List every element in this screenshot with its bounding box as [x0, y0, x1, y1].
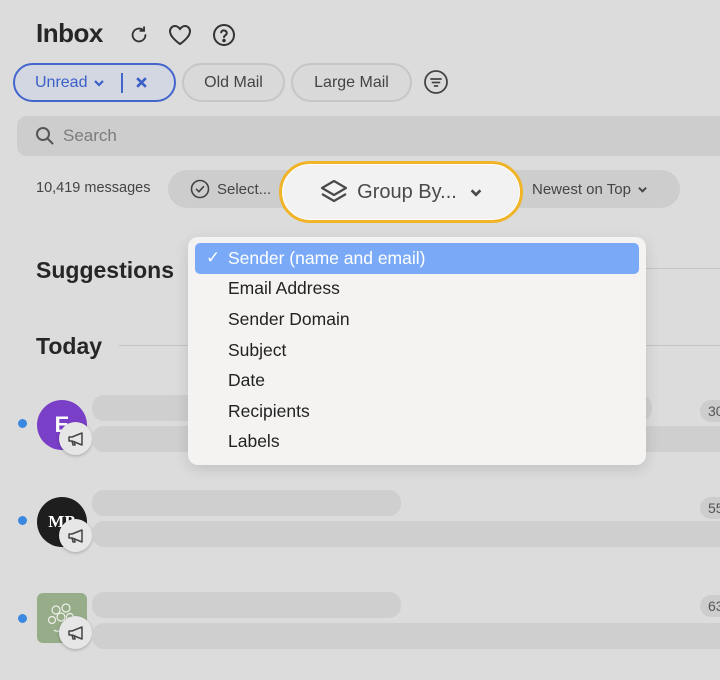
message-count: 10,419 messages	[36, 180, 151, 196]
group-by-button[interactable]: Group By...	[279, 161, 523, 223]
filter-icon	[424, 70, 448, 94]
unread-dot	[18, 614, 27, 623]
section-today: Today	[36, 333, 103, 359]
menu-item-labels[interactable]: Labels	[195, 427, 639, 458]
help-icon	[213, 24, 235, 46]
chevron-down-icon	[470, 188, 482, 197]
megaphone-icon	[67, 431, 83, 446]
section-suggestions: Suggestions	[36, 257, 175, 283]
menu-item-label: Subject	[228, 339, 287, 360]
close-icon[interactable]	[135, 76, 148, 89]
message-count-badge: 55	[700, 497, 720, 519]
unread-dot	[18, 516, 27, 525]
refresh-icon	[131, 26, 147, 43]
chevron-down-icon	[94, 79, 105, 87]
subject-placeholder	[92, 521, 720, 547]
message-row[interactable]: MB 55	[0, 490, 720, 560]
sender-placeholder	[92, 592, 401, 618]
menu-item-email-address[interactable]: Email Address	[195, 274, 639, 305]
check-circle-icon	[190, 179, 210, 199]
filter-button[interactable]	[423, 69, 449, 95]
help-button[interactable]	[211, 22, 237, 48]
filter-chip-label: Old Mail	[204, 73, 263, 91]
message-row[interactable]: 63	[0, 590, 720, 660]
filter-chip-unread[interactable]: Unread	[13, 63, 176, 102]
menu-item-recipients[interactable]: Recipients	[195, 396, 639, 427]
select-label: Select...	[217, 180, 272, 198]
menu-item-sender[interactable]: ✓ Sender (name and email)	[195, 243, 639, 274]
subject-placeholder	[92, 623, 720, 649]
menu-item-label: Email Address	[228, 278, 340, 299]
heart-icon	[168, 24, 192, 46]
search-icon	[36, 127, 54, 145]
message-count-badge: 63	[700, 595, 720, 617]
menu-item-label: Date	[228, 370, 265, 391]
menu-item-label: Recipients	[228, 400, 310, 421]
divider	[645, 268, 720, 269]
message-count-badge: 30	[700, 400, 720, 422]
chevron-down-icon	[638, 186, 647, 193]
search-bar[interactable]	[17, 116, 720, 156]
group-by-label: Group By...	[357, 180, 457, 203]
search-input[interactable]	[63, 126, 363, 146]
checkmark-icon: ✓	[206, 248, 221, 268]
sender-placeholder	[92, 490, 401, 516]
megaphone-icon	[67, 625, 83, 640]
menu-item-subject[interactable]: Subject	[195, 335, 639, 366]
group-by-menu: ✓ Sender (name and email) Email Address …	[188, 237, 646, 465]
category-badge	[59, 519, 92, 552]
filter-chip-label: Unread	[35, 73, 88, 91]
filter-chip-old-mail[interactable]: Old Mail	[182, 63, 285, 102]
category-badge	[59, 616, 92, 649]
favorite-button[interactable]	[167, 22, 193, 48]
page-title: Inbox	[36, 18, 103, 48]
sort-label: Newest on Top	[532, 180, 631, 198]
megaphone-icon	[67, 528, 83, 543]
layers-icon	[321, 179, 348, 203]
filter-chip-label: Large Mail	[314, 73, 389, 91]
refresh-button[interactable]	[126, 22, 152, 48]
menu-item-date[interactable]: Date	[195, 365, 639, 396]
filter-chip-large-mail[interactable]: Large Mail	[291, 63, 412, 102]
menu-item-label: Labels	[228, 431, 280, 452]
category-badge	[59, 422, 92, 455]
menu-item-label: Sender Domain	[228, 308, 350, 329]
divider	[121, 72, 123, 93]
menu-item-label: Sender (name and email)	[228, 247, 426, 268]
menu-item-sender-domain[interactable]: Sender Domain	[195, 304, 639, 335]
unread-dot	[18, 419, 27, 428]
